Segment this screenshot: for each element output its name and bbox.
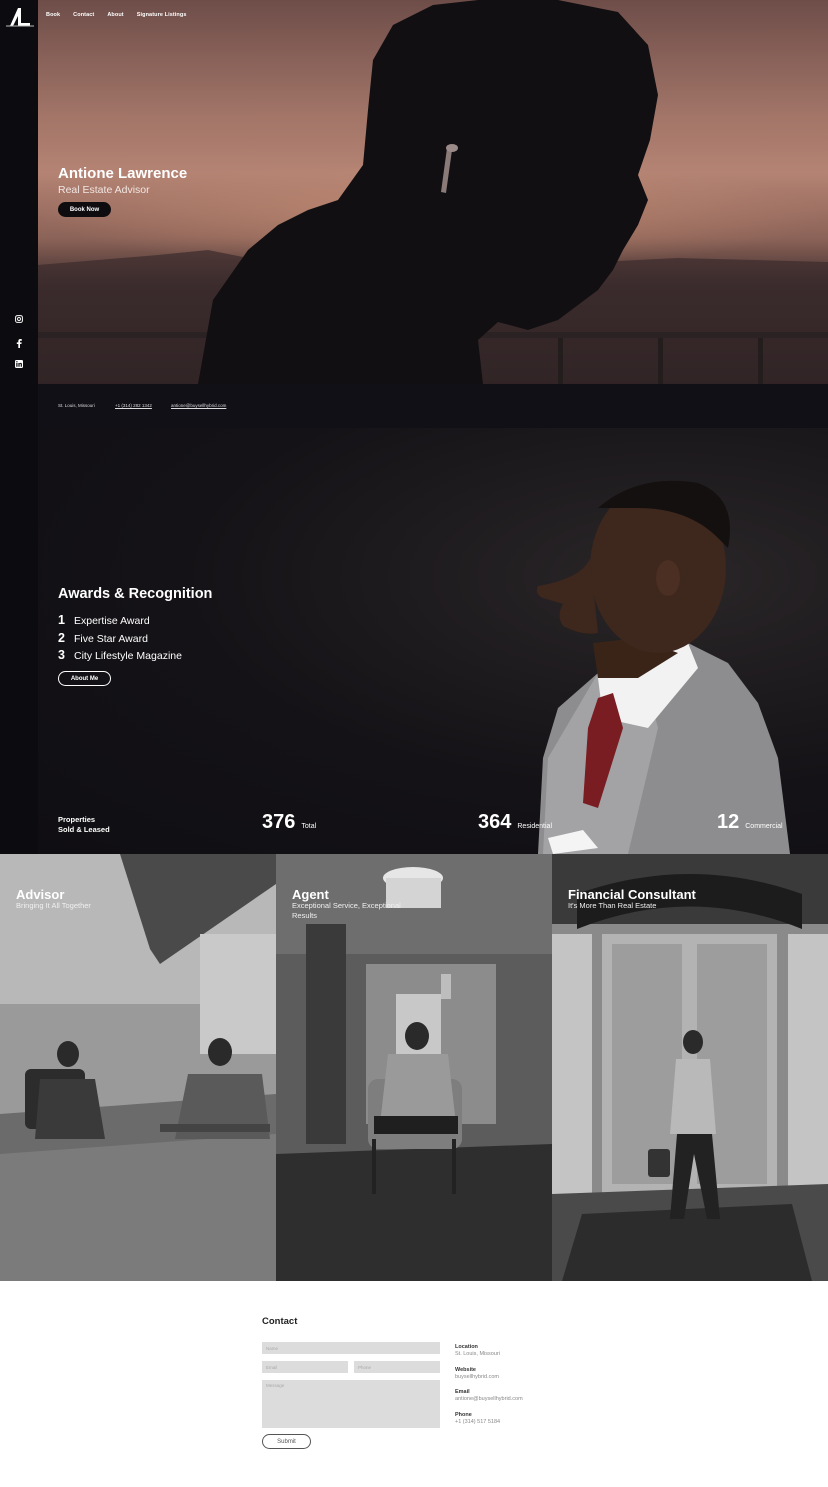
properties-label: Properties Sold & Leased <box>58 815 110 834</box>
stat-value: 376 <box>262 811 296 833</box>
phone-link[interactable]: +1 (314) 282 1342 <box>115 403 152 408</box>
linkedin-icon[interactable] <box>13 358 25 370</box>
contact-info-key: Phone <box>455 1412 472 1418</box>
award-number: 3 <box>58 648 65 662</box>
facebook-icon[interactable] <box>13 337 25 349</box>
stat-value: 364 <box>478 811 512 833</box>
stat-value: 12 <box>717 811 740 833</box>
panel-title: Financial Consultant <box>568 887 696 902</box>
left-rail <box>0 0 38 854</box>
awards-title: Awards & Recognition <box>58 586 213 602</box>
contact-info-phone: Phone +1 (314) 517 5184 <box>455 1412 500 1425</box>
main-nav: Book Contact About Signature Listings <box>46 12 187 18</box>
contact-info-key: Location <box>455 1344 478 1350</box>
page: Book Contact About Signature Listings An… <box>0 0 828 1487</box>
stat-label: Residential <box>517 823 553 830</box>
panel-subtitle: Exceptional Service, Exceptional Results <box>292 901 401 920</box>
submit-button[interactable]: Submit <box>262 1434 311 1449</box>
award-number: 1 <box>58 613 65 627</box>
stat-commercial: 12 Commercial <box>717 811 783 834</box>
award-item: 1 Expertise Award <box>58 613 182 631</box>
contact-info-website: Website buysellhybrid.com <box>455 1367 499 1380</box>
hero-role: Real Estate Advisor <box>58 184 150 196</box>
email-link[interactable]: antione@buysellhybrid.com <box>171 403 226 408</box>
info-bar: St. Louis, Missouri +1 (314) 282 1342 an… <box>38 384 828 428</box>
hero-silhouette-image <box>38 0 828 384</box>
nav-item-about[interactable]: About <box>107 12 123 18</box>
location-text: St. Louis, Missouri <box>58 403 95 408</box>
message-field[interactable] <box>262 1380 440 1428</box>
contact-info-value[interactable]: +1 (314) 517 5184 <box>455 1419 500 1425</box>
stat-label: Total <box>301 823 317 830</box>
about-me-button[interactable]: About Me <box>58 671 111 686</box>
panel-subtitle: It's More Than Real Estate <box>568 901 657 910</box>
contact-info-value[interactable]: antione@buysellhybrid.com <box>455 1396 523 1402</box>
awards-section: Awards & Recognition 1 Expertise Award 2… <box>38 428 828 854</box>
advisor-photo <box>0 854 276 1281</box>
brand-wordmark <box>6 25 34 27</box>
contact-info-value[interactable]: buysellhybrid.com <box>455 1374 499 1380</box>
nav-item-signature-listings[interactable]: Signature Listings <box>137 12 187 18</box>
award-item: 2 Five Star Award <box>58 631 182 649</box>
award-label: Five Star Award <box>74 632 148 645</box>
stat-total: 376 Total <box>262 811 316 834</box>
contact-info-key: Website <box>455 1367 476 1373</box>
nav-item-contact[interactable]: Contact <box>73 12 94 18</box>
award-label: City Lifestyle Magazine <box>74 650 182 662</box>
awards-list: 1 Expertise Award 2 Five Star Award 3 Ci… <box>58 613 182 666</box>
contact-info-value: St. Louis, Missouri <box>455 1351 500 1357</box>
email-field[interactable] <box>262 1361 348 1373</box>
hero-section: Antione Lawrence Real Estate Advisor Boo… <box>38 0 828 384</box>
phone-field[interactable] <box>354 1361 440 1373</box>
contact-section: Contact Submit Location St. Louis, Misso… <box>0 1281 828 1487</box>
stat-residential: 364 Residential <box>478 811 552 834</box>
award-label: Expertise Award <box>74 615 150 627</box>
name-field[interactable] <box>262 1342 440 1354</box>
instagram-icon[interactable] <box>13 313 25 325</box>
book-now-button[interactable]: Book Now <box>58 202 111 217</box>
hero-name: Antione Lawrence <box>58 165 188 182</box>
contact-info-location: Location St. Louis, Missouri <box>455 1344 500 1357</box>
financial-consultant-photo <box>552 854 828 1281</box>
panel-title: Agent <box>292 887 329 902</box>
award-number: 2 <box>58 630 65 645</box>
contact-info-email: Email antione@buysellhybrid.com <box>455 1389 523 1402</box>
contact-title: Contact <box>262 1316 298 1327</box>
stat-label: Commercial <box>745 823 783 830</box>
contact-info-key: Email <box>455 1389 470 1395</box>
properties-label-line1: Properties <box>58 815 96 824</box>
advisor-panel[interactable]: Advisor Bringing It All Together <box>0 854 276 1281</box>
award-item: 3 City Lifestyle Magazine <box>58 648 182 666</box>
panel-subtitle: Bringing It All Together <box>16 901 91 910</box>
properties-label-line2: Sold & Leased <box>58 824 110 834</box>
agent-panel[interactable]: Agent Exceptional Service, Exceptional R… <box>276 854 552 1281</box>
financial-consultant-panel[interactable]: Financial Consultant It's More Than Real… <box>552 854 828 1281</box>
nav-item-book[interactable]: Book <box>46 12 60 18</box>
panel-title: Advisor <box>16 887 65 902</box>
